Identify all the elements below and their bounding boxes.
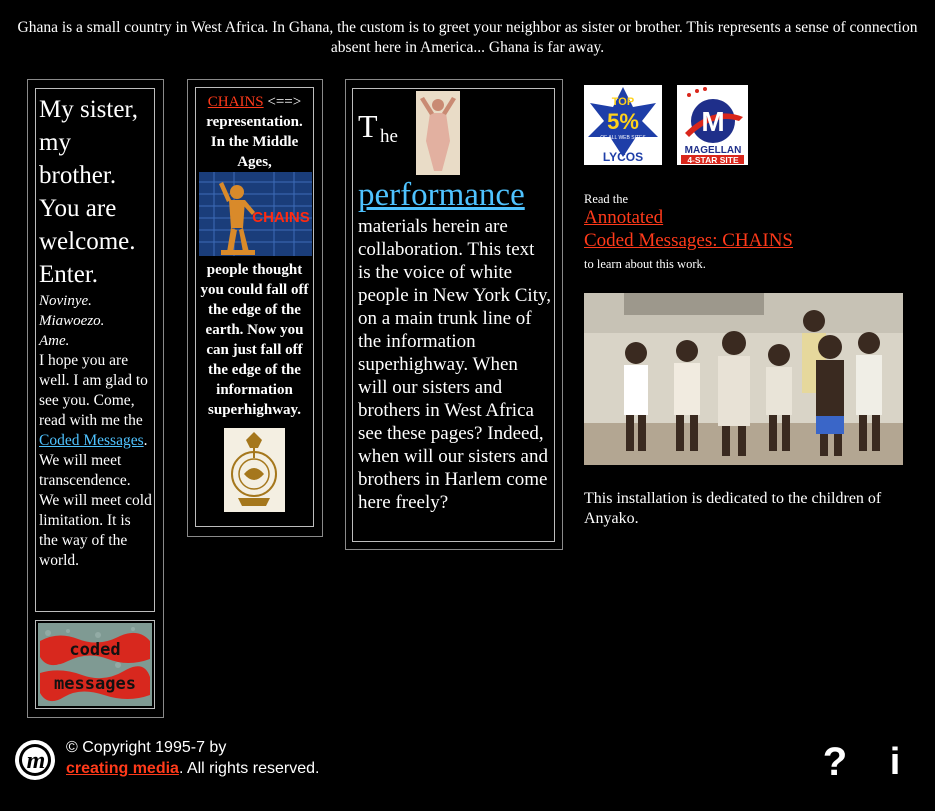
rights-text: . All rights reserved. xyxy=(178,760,320,777)
welcome-line: You are xyxy=(39,195,117,222)
welcome-line: Enter. xyxy=(39,261,99,288)
chains-figure-graphic: CHAINS xyxy=(199,172,312,256)
learn-about-text: to learn about this work. xyxy=(584,257,706,271)
chains-link[interactable]: CHAINS xyxy=(208,94,264,110)
chains-image[interactable]: CHAINS xyxy=(199,172,312,256)
lycos-name-text: LYCOS xyxy=(603,150,643,164)
performance-panel-content: T he performance materials herein are co… xyxy=(352,88,555,542)
dancer-image[interactable] xyxy=(416,91,460,175)
coded-messages-chains-link[interactable]: Coded Messages: CHAINS xyxy=(584,230,793,252)
performance-text: materials herein are collaboration. This… xyxy=(358,216,551,513)
lycos-top5-badge[interactable]: TOP 5% OF ALL WEB SITES LYCOS xyxy=(584,85,662,165)
annotated-link[interactable]: Annotated xyxy=(584,207,663,229)
welcome-body: I hope you are well. I am glad to see yo… xyxy=(39,351,152,571)
magellan-badge[interactable]: M MAGELLAN 4-STAR SITE xyxy=(677,85,748,165)
coded-button-line1: coded xyxy=(69,640,120,660)
native-greeting: Ame. xyxy=(39,333,70,349)
magellan-graphic: M MAGELLAN 4-STAR SITE xyxy=(677,85,748,165)
performance-heading-row: T he xyxy=(358,89,551,177)
native-greeting: Miawoezo. xyxy=(39,313,105,329)
welcome-line: brother. xyxy=(39,162,117,189)
chains-text-1: representation. In the Middle Ages, xyxy=(206,114,303,170)
native-greeting: Novinye. xyxy=(39,293,92,309)
copyright-footer: © Copyright 1995-7 by creating media. Al… xyxy=(66,737,319,779)
lycos-of-text: OF ALL WEB SITES xyxy=(600,135,646,141)
coded-button-line2: messages xyxy=(54,674,136,694)
dedication-text: This installation is dedicated to the ch… xyxy=(584,490,882,527)
logo-letter: m xyxy=(27,748,46,774)
chains-text-2: people thought you could fall off the ed… xyxy=(200,262,309,418)
seal-image[interactable] xyxy=(224,428,285,512)
help-icon[interactable]: ? xyxy=(822,740,848,784)
coded-messages-link[interactable]: Coded Messages xyxy=(39,432,144,449)
children-photo-graphic xyxy=(584,293,903,465)
coded-messages-button[interactable]: coded messages xyxy=(35,620,155,709)
performance-link[interactable]: performance xyxy=(358,177,525,213)
lycos-star-graphic: TOP 5% OF ALL WEB SITES LYCOS xyxy=(584,85,662,165)
welcome-panel-content: My sister, my brother. You are welcome. … xyxy=(35,88,155,612)
chains-panel-content: CHAINS <==> representation. In the Middl… xyxy=(195,87,314,527)
dropcap-the-rest: he xyxy=(380,126,398,147)
copyright-text: © Copyright 1995-7 by xyxy=(66,739,227,756)
creating-media-logo[interactable]: m xyxy=(11,737,59,783)
intro-text: Ghana is a small country in West Africa.… xyxy=(17,19,918,56)
svg-text:M: M xyxy=(701,106,724,137)
magellan-rating-text: 4-STAR SITE xyxy=(687,155,739,165)
creating-media-logo-graphic: m xyxy=(15,740,55,780)
read-the-label: Read the xyxy=(584,192,629,206)
coded-messages-graphic: coded messages xyxy=(38,623,152,706)
creating-media-link[interactable]: creating media xyxy=(66,760,179,777)
info-icon[interactable]: i xyxy=(884,740,906,784)
dropcap-the: T xyxy=(358,108,378,144)
welcome-line: My sister, xyxy=(39,96,138,123)
welcome-text-before: I hope you are well. I am glad to see yo… xyxy=(39,352,148,429)
welcome-line: welcome. xyxy=(39,228,136,255)
children-photo xyxy=(584,293,903,465)
lycos-percent-text: 5% xyxy=(607,109,639,134)
welcome-line: my xyxy=(39,129,71,156)
seal-graphic xyxy=(224,428,285,512)
welcome-text-after: . We will meet transcendence. We will me… xyxy=(39,432,152,569)
lycos-top-text: TOP xyxy=(612,96,634,108)
chains-arrow: <==> xyxy=(267,94,302,110)
chains-image-label: CHAINS xyxy=(252,209,310,226)
